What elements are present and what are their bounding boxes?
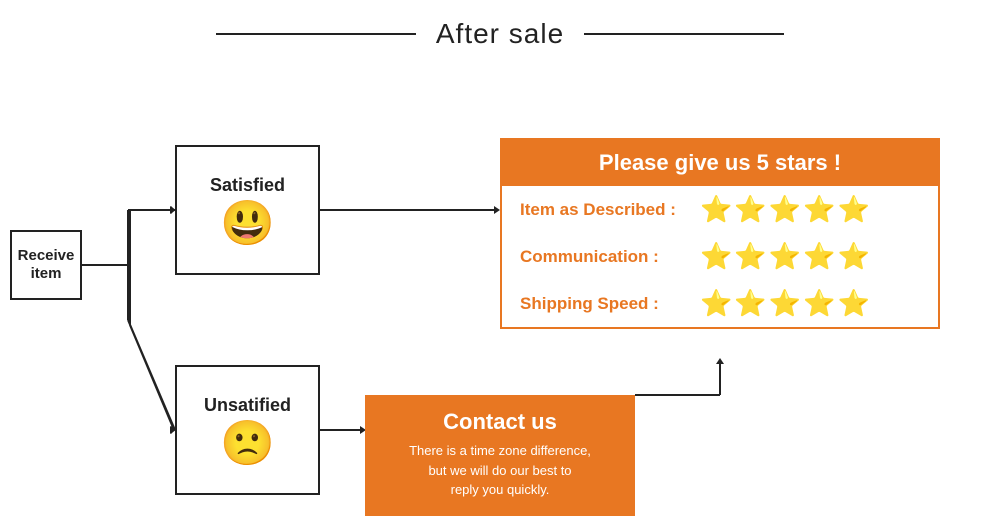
receive-item-label: Receiveitem — [18, 247, 75, 283]
page-container: After sale — [0, 0, 1000, 527]
title-line-right — [584, 33, 784, 35]
contact-text: There is a time zone difference,but we w… — [409, 441, 591, 500]
stars-icons-3: ⭐⭐⭐⭐⭐ — [700, 288, 872, 319]
contact-title: Contact us — [443, 409, 557, 435]
stars-box: Please give us 5 stars ! Item as Describ… — [500, 138, 940, 329]
stars-label-2: Communication : — [520, 247, 690, 267]
unsatisfied-box: Unsatified 🙁 — [175, 365, 320, 495]
title-section: After sale — [0, 0, 1000, 50]
stars-icons-2: ⭐⭐⭐⭐⭐ — [700, 241, 872, 272]
stars-row-1: Item as Described : ⭐⭐⭐⭐⭐ — [502, 186, 938, 233]
stars-icons-1: ⭐⭐⭐⭐⭐ — [700, 194, 872, 225]
sad-face-icon: 🙁 — [220, 422, 275, 466]
satisfied-label: Satisfied — [210, 175, 285, 196]
diagram: Receiveitem Satisfied 😃 Unsatified 🙁 Ple… — [0, 60, 1000, 520]
contact-box: Contact us There is a time zone differen… — [365, 395, 635, 516]
stars-label-3: Shipping Speed : — [520, 294, 690, 314]
stars-row-2: Communication : ⭐⭐⭐⭐⭐ — [502, 233, 938, 280]
satisfied-box: Satisfied 😃 — [175, 145, 320, 275]
page-title: After sale — [416, 18, 584, 50]
unsatisfied-label: Unsatified — [204, 395, 291, 416]
receive-item-box: Receiveitem — [10, 230, 82, 300]
stars-row-3: Shipping Speed : ⭐⭐⭐⭐⭐ — [502, 280, 938, 327]
stars-header: Please give us 5 stars ! — [502, 140, 938, 186]
title-line-left — [216, 33, 416, 35]
stars-label-1: Item as Described : — [520, 200, 690, 220]
happy-face-icon: 😃 — [220, 202, 275, 246]
